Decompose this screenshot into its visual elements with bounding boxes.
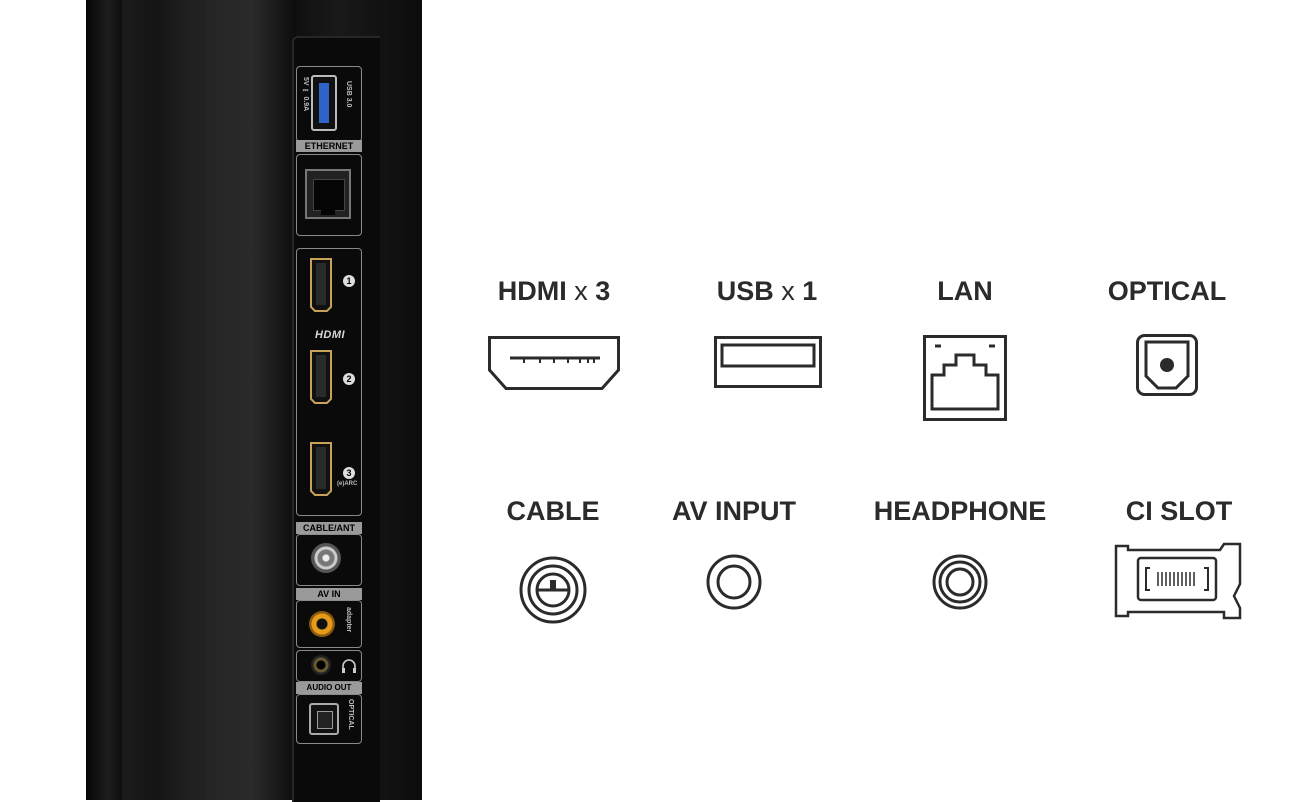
headphone-icon (342, 659, 356, 673)
legend-hdmi: HDMI x 3 (474, 276, 634, 396)
legend-optical: OPTICAL (1094, 276, 1240, 400)
hdmi-port-icon (488, 336, 620, 390)
hdmi-logo: HDMI (299, 329, 361, 341)
usb-rating-text: 5V ⎓ 0.9A (302, 77, 309, 112)
ci-slot-icon (1114, 542, 1242, 620)
cable-port-cell (296, 534, 362, 586)
usb-port-icon (714, 336, 822, 388)
legend-av-input: AV INPUT (660, 496, 808, 616)
optical-text: OPTICAL (347, 699, 354, 730)
cable-label: CABLE (506, 496, 600, 526)
legend-ci-slot: CI SLOT (1108, 496, 1250, 626)
hdmi-count-label: HDMI x 3 (474, 276, 634, 307)
tv-bezel-edge (86, 0, 122, 800)
headphone-jack-icon (932, 554, 988, 610)
ci-slot-label: CI SLOT (1125, 496, 1233, 526)
hdmi-2-port (310, 350, 332, 404)
legend-cable: CABLE (490, 496, 616, 626)
coax-port-icon (519, 556, 587, 624)
headphone-jack (311, 655, 331, 675)
hdmi-times: x (566, 276, 596, 306)
hdmi-2-number: 2 (343, 373, 355, 385)
lan-port-icon (923, 335, 1007, 421)
ethernet-label: ETHERNET (296, 140, 362, 152)
av-in-cell: adapter (296, 600, 362, 648)
usb-port-cell: 5V ⎓ 0.9A USB 3.0 (296, 66, 362, 142)
hdmi-3-earc-text: (e)ARC (337, 481, 358, 487)
adapter-text: adapter (345, 607, 352, 633)
headphone-label: HEADPHONE (873, 496, 1047, 526)
usb-3-text: USB 3.0 (345, 81, 352, 108)
usb-name: USB (716, 276, 774, 306)
headphone-cell (296, 650, 362, 682)
port-strip: 5V ⎓ 0.9A USB 3.0 ETHERNET 1 HDMI 2 3 (e… (296, 62, 362, 744)
legend-lan: LAN (904, 276, 1026, 426)
ethernet-port-cell (296, 154, 362, 236)
ethernet-port (305, 169, 351, 219)
legend-usb: USB x 1 (700, 276, 834, 396)
av-in-jack (309, 611, 335, 637)
optical-port-icon (1136, 334, 1198, 396)
optical-cell: OPTICAL (296, 694, 362, 744)
av-in-label: AV IN (296, 588, 362, 600)
hdmi-1-port (310, 258, 332, 312)
legend-headphone: HEADPHONE (860, 496, 1060, 616)
hdmi-count: 3 (595, 276, 611, 306)
hdmi-3-number: 3 (343, 467, 355, 479)
coax-connector (311, 543, 341, 573)
usb-times: x (773, 276, 803, 306)
lan-label: LAN (937, 276, 993, 306)
tv-rear-ridge (206, 0, 296, 800)
audio-out-label: AUDIO OUT (296, 682, 362, 694)
optical-label: OPTICAL (1107, 276, 1227, 306)
hdmi-1-number: 1 (343, 275, 355, 287)
hdmi-block: 1 HDMI 2 3 (e)ARC (296, 248, 362, 516)
usb-blue-tongue (319, 83, 329, 123)
usb-3-port (311, 75, 337, 131)
usb-count: 1 (802, 276, 818, 306)
av-input-icon (706, 554, 762, 610)
cable-ant-label: CABLE/ANT (296, 522, 362, 534)
usb-count-label: USB x 1 (700, 276, 834, 307)
hdmi-name: HDMI (497, 276, 567, 306)
optical-port (309, 703, 339, 735)
av-input-label: AV INPUT (671, 496, 796, 526)
hdmi-3-port (310, 442, 332, 496)
